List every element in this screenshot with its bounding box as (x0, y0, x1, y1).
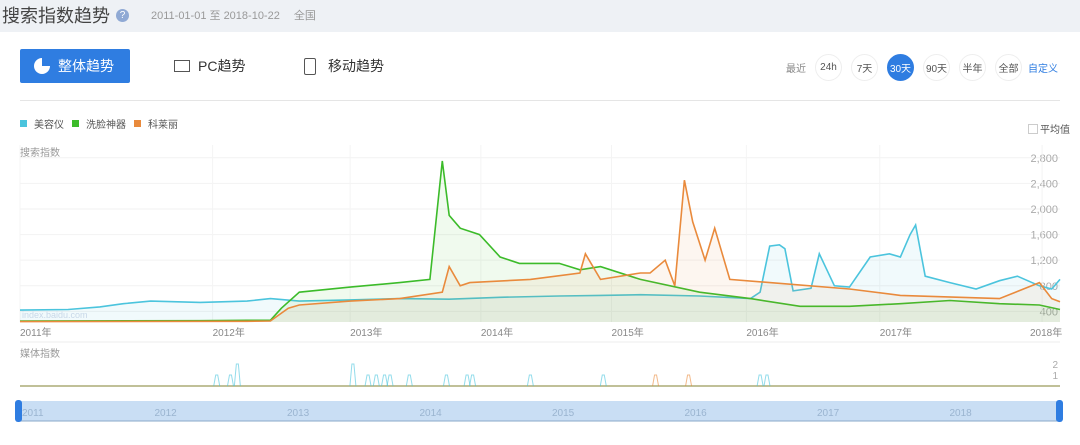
y-tick-label: 1,600 (1030, 230, 1058, 242)
navigator-label: 2017 (817, 408, 840, 419)
media-y-tick: 1 (1052, 371, 1058, 382)
media-spike[interactable] (233, 363, 241, 387)
x-tick-label: 2014年 (481, 326, 513, 339)
navigator-handle-left[interactable] (15, 400, 22, 422)
x-tick-label: 2017年 (880, 326, 912, 339)
x-tick-label: 2016年 (746, 326, 778, 339)
y-tick-label: 1,200 (1030, 255, 1058, 267)
x-tick-label: 2011年 (20, 326, 52, 339)
media-spike[interactable] (349, 363, 357, 387)
media-spike[interactable] (763, 374, 771, 387)
media-title: 媒体指数 (20, 347, 60, 360)
y-tick-label: 2,400 (1030, 178, 1058, 190)
media-spike[interactable] (526, 374, 534, 387)
media-spike[interactable] (756, 374, 764, 387)
media-spike[interactable] (442, 374, 450, 387)
y-tick-label: 2,800 (1030, 153, 1058, 165)
chart-svg: 搜索指数4008001,2001,6002,0002,4002,8002011年… (15, 145, 1063, 422)
x-tick-label: 2013年 (350, 326, 382, 339)
y-tick-label: 2,000 (1030, 204, 1058, 216)
navigator-label: 2013 (287, 408, 310, 419)
watermark: index.baidu.com (22, 310, 88, 320)
media-spike[interactable] (599, 374, 607, 387)
x-tick-label: 2015年 (612, 326, 644, 339)
media-spike[interactable] (469, 374, 477, 387)
navigator-handle-right[interactable] (1056, 400, 1063, 422)
media-spike[interactable] (652, 374, 660, 387)
media-spike[interactable] (386, 374, 394, 387)
media-spike[interactable] (381, 374, 389, 387)
media-spike[interactable] (372, 374, 380, 387)
x-tick-label: 2012年 (213, 326, 245, 339)
media-spike[interactable] (213, 374, 221, 387)
media-spike[interactable] (463, 374, 471, 387)
media-spike[interactable] (226, 374, 234, 387)
navigator-label: 2011 (22, 408, 44, 419)
media-spike[interactable] (364, 374, 372, 387)
navigator-label: 2015 (552, 408, 575, 419)
media-spike[interactable] (405, 374, 413, 387)
media-y-tick: 2 (1052, 360, 1058, 371)
navigator-label: 2014 (420, 408, 443, 419)
x-tick-label: 2018年 (1030, 326, 1062, 339)
navigator-label: 2016 (685, 408, 708, 419)
navigator-label: 2018 (950, 408, 973, 419)
y-axis-title: 搜索指数 (20, 146, 60, 159)
navigator-label: 2012 (155, 408, 178, 419)
media-spike[interactable] (685, 374, 693, 387)
